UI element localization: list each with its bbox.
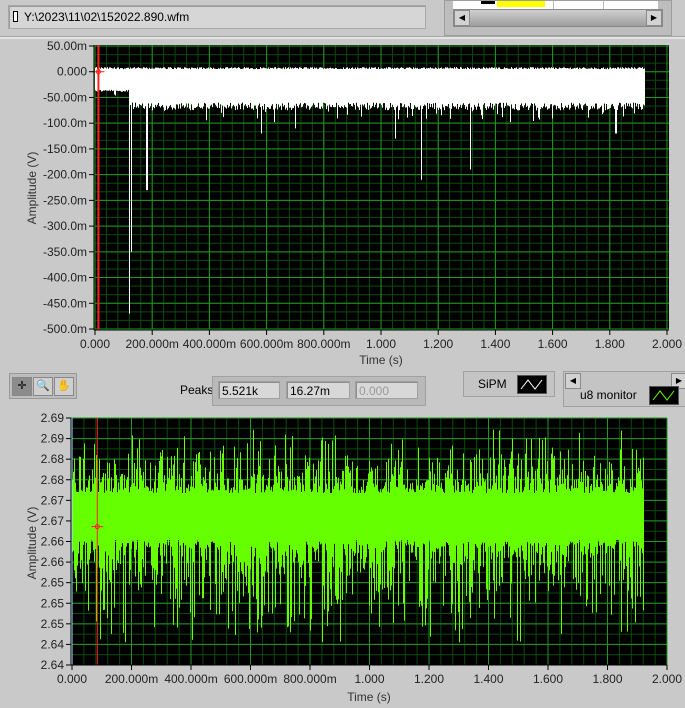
u8-monitor-plot-legend[interactable]: ◀ ▶ u8 monitor	[563, 371, 685, 407]
file-path-value: Y:\2023\11\02\152022.890.wfm	[24, 10, 190, 24]
y-tick-label: -300.0m	[43, 219, 87, 233]
path-browse-icon[interactable]	[13, 11, 18, 22]
y-tick-label: 2.65	[41, 596, 65, 610]
x-axis-title: Time (s)	[347, 690, 391, 704]
y-tick-label: -400.0m	[43, 271, 87, 285]
y-tick-label: 0.000	[57, 65, 87, 79]
table-cell-marker	[481, 1, 495, 4]
x-tick-label: 800.000m	[297, 337, 350, 351]
y-tick-label: 2.66	[41, 555, 65, 569]
sipm-legend-label: SiPM	[478, 377, 507, 391]
table-cells[interactable]	[453, 1, 658, 9]
y-tick-label: 2.69	[41, 411, 65, 425]
x-tick-label: 600.000m	[240, 337, 293, 351]
x-tick-label: 1.000	[354, 672, 384, 686]
u8-legend-label: u8 monitor	[580, 388, 637, 402]
y-tick-label: -50.00m	[43, 90, 87, 104]
x-tick-label: 400.000m	[164, 672, 217, 686]
y-tick-label: -100.0m	[43, 116, 87, 130]
x-tick-label: 1.200	[414, 672, 444, 686]
y-tick-label: -500.0m	[43, 322, 87, 336]
x-tick-label: 1.600	[533, 672, 563, 686]
y-tick-label: 2.65	[41, 617, 65, 631]
zoom-tool-icon[interactable]: 🔍	[33, 377, 53, 396]
pan-tool-hand-icon[interactable]: ✋	[54, 377, 74, 396]
x-tick-label: 1.800	[592, 672, 622, 686]
y-tick-label: 2.68	[41, 452, 65, 466]
graph-palette: ✛ 🔍 ✋	[9, 373, 77, 399]
y-tick-label: -250.0m	[43, 193, 87, 207]
x-tick-label: 1.000	[366, 337, 396, 351]
y-tick-label: -150.0m	[43, 142, 87, 156]
table-horizontal-scrollbar[interactable]: ◀ ▶	[453, 9, 663, 27]
x-tick-label: 1.400	[480, 337, 510, 351]
y-axis-title: Amplitude (V)	[25, 152, 39, 225]
peaks-count-field[interactable]: 5.521k	[218, 381, 280, 399]
u8-monitor-waveform-graph[interactable]: 0.000 200.000m 400.000m 600.000m 800.000m 1.0…	[0, 405, 685, 708]
y-tick-label: -350.0m	[43, 245, 87, 259]
x-tick-label: 2.000	[652, 337, 682, 351]
sipm-waveform-graph[interactable]: 0.000 200.000m 400.000m 600.000m 800.000m 1.0…	[0, 38, 685, 368]
y-tick-label: -450.0m	[43, 296, 87, 310]
x-tick-label: 800.000m	[283, 672, 336, 686]
y-tick-label: 2.69	[41, 432, 65, 446]
x-tick-label: 1.600	[538, 337, 568, 351]
y-axis-title: Amplitude (V)	[25, 507, 39, 580]
peaks-label: Peaks	[180, 383, 214, 397]
x-tick-label: 600.000m	[224, 672, 277, 686]
sipm-line-swatch-icon	[517, 375, 547, 394]
peaks-disabled-field: 0.000	[355, 381, 418, 399]
scroll-right-button[interactable]: ▶	[646, 10, 662, 26]
wfm-table[interactable]: ◀ ▶	[444, 0, 672, 36]
y-tick-label: 2.65	[41, 576, 65, 590]
y-tick-label: 2.67	[41, 514, 65, 528]
table-cell-highlight[interactable]	[497, 1, 545, 7]
x-tick-label: 2.000	[652, 672, 682, 686]
x-tick-label: 200.000m	[126, 337, 179, 351]
y-tick-label: 50.00m	[47, 39, 87, 53]
x-tick-label: 1.800	[595, 337, 625, 351]
peaks-value-field[interactable]: 16.27m	[286, 381, 350, 399]
y-tick-label: 2.67	[41, 493, 65, 507]
y-tick-label: 2.68	[41, 473, 65, 487]
sipm-plot-legend[interactable]: SiPM	[463, 371, 555, 397]
scroll-left-button[interactable]: ◀	[454, 10, 470, 26]
y-tick-label: -200.0m	[43, 168, 87, 182]
y-tick-label: 2.66	[41, 535, 65, 549]
x-tick-label: 0.000	[80, 337, 110, 351]
x-axis-title: Time (s)	[359, 353, 403, 367]
u8-line-swatch-icon	[649, 386, 679, 405]
peaks-panel: Peaks 5.521k 16.27m 0.000	[160, 372, 426, 406]
y-tick-label: 2.64	[41, 637, 65, 651]
legend-scroll-left[interactable]: ◀	[565, 373, 581, 389]
x-tick-label: 0.000	[57, 672, 87, 686]
y-tick-label: 2.64	[41, 658, 65, 672]
file-path-field[interactable]: Y:\2023\11\02\152022.890.wfm	[8, 5, 426, 29]
cursor-tool-crosshair-icon[interactable]: ✛	[12, 377, 32, 396]
x-tick-label: 200.000m	[105, 672, 158, 686]
x-tick-label: 1.400	[473, 672, 503, 686]
x-tick-label: 400.000m	[183, 337, 236, 351]
x-tick-label: 1.200	[423, 337, 453, 351]
